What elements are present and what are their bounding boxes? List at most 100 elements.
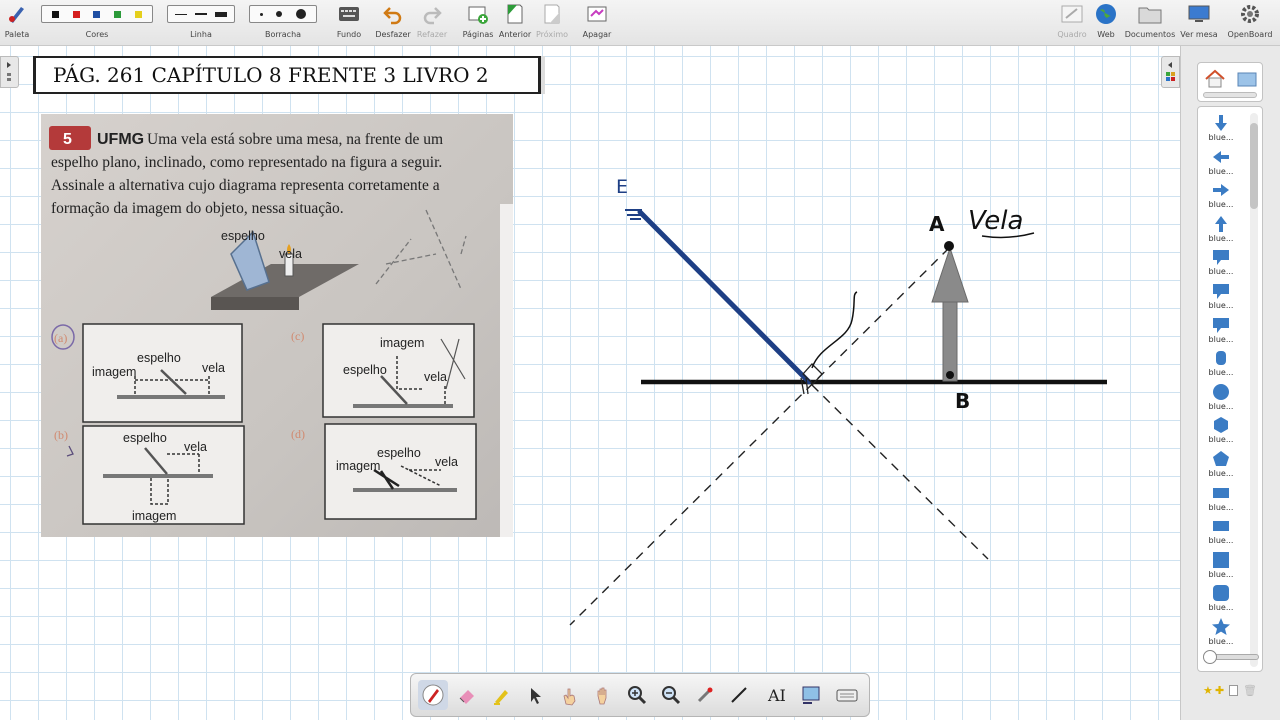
library-item[interactable]: blue... [1198,113,1244,146]
left-panel-toggle[interactable] [0,56,19,88]
text-tool-button[interactable]: AI [762,680,792,710]
zoom-out-icon [662,686,681,705]
pen-tool-button[interactable] [418,680,448,710]
swatch-black[interactable] [51,10,59,18]
swatch-red[interactable] [72,10,80,18]
library-item[interactable]: blue... [1198,516,1244,549]
option-a-letter: (a) [54,331,67,345]
library-item[interactable]: blue... [1198,348,1244,381]
page-title[interactable]: PÁG. 261 CAPÍTULO 8 FRENTE 3 LIVRO 2 [33,56,541,94]
next-page-icon [544,4,560,24]
speech-bubble-icon [1213,317,1229,333]
line-width-selector[interactable] [167,5,235,23]
eraser-icon [459,690,474,704]
library-item[interactable]: blue... [1198,583,1244,616]
option-c-label-mirror: espelho [343,363,387,377]
question-line-4: formação da imagem do objeto, nessa situ… [51,200,344,217]
color-swatches[interactable] [41,5,153,23]
select-arrow-tool-button[interactable] [520,680,550,710]
figure-label-candle: vela [279,247,302,261]
library-item[interactable]: blue... [1198,415,1244,448]
show-desktop-button[interactable]: Ver mesa [1178,0,1220,46]
text-icon: AI [767,686,786,705]
library-item[interactable]: blue... [1198,315,1244,348]
add-to-favorites-icon[interactable]: ✚ [1215,684,1224,697]
swatch-yellow[interactable] [135,10,143,18]
new-folder-icon[interactable] [1229,685,1238,696]
library-item[interactable]: blue... [1198,247,1244,280]
arrow-right-icon [1213,184,1229,197]
eraser-size-button[interactable]: Borracha [248,0,318,46]
openboard-menu-button[interactable]: OpenBoard [1222,0,1278,46]
library-scroll-thumb[interactable] [1250,123,1258,209]
library-item[interactable]: blue... [1198,180,1244,213]
background-button[interactable]: Fundo [334,0,364,46]
library-nav-scroll[interactable] [1203,92,1257,98]
library-item[interactable]: blue... [1198,281,1244,314]
library-item[interactable]: blue... [1198,449,1244,482]
thumbnail-zoom-slider[interactable] [1203,650,1259,664]
arrow-left-icon [1213,150,1229,163]
select-arrow-icon [531,688,541,704]
library-item-label: blue... [1208,536,1234,546]
virtual-keyboard-tool-button[interactable] [832,680,862,710]
library-navigator[interactable] [1197,62,1263,102]
capture-tool-button[interactable] [796,680,826,710]
documents-button[interactable]: Documentos [1124,0,1176,46]
zoom-out-tool-button[interactable] [656,680,686,710]
gear-icon [1241,5,1259,23]
library-item[interactable]: blue... [1198,617,1244,650]
chevron-right-icon [7,62,11,81]
library-item[interactable]: blue... [1198,147,1244,180]
library-item-label: blue... [1208,166,1234,176]
main-toolbar: Paleta Cores Linha Borracha Fundo Desfaz… [0,0,1280,46]
library-item[interactable]: blue... [1198,382,1244,415]
laser-pointer-icon [697,687,713,703]
right-panel-toggle[interactable] [1161,56,1180,88]
library-item[interactable]: blue... [1198,214,1244,247]
library-item-label: blue... [1208,401,1234,411]
library-item[interactable]: blue... [1198,483,1244,516]
clear-page-button[interactable]: Apagar [582,0,612,46]
board-button[interactable]: Quadro [1054,0,1090,46]
option-c: (c) imagem espelho vela [291,323,475,418]
library-footer: ★ ✚ 🗑 [1203,684,1263,698]
line-tool-button[interactable] [724,680,754,710]
rectangle-icon [1213,521,1229,532]
clear-label: Apagar [582,30,612,39]
trash-icon[interactable]: 🗑 [1243,684,1257,697]
favorite-star-icon[interactable]: ★ [1203,684,1213,697]
pan-hand-tool-button[interactable] [588,680,618,710]
web-button[interactable]: Web [1092,0,1120,46]
option-c-label-candle: vela [424,370,447,384]
hexagon-icon [1214,417,1228,434]
keyboard-icon [339,7,359,21]
interact-hand-tool-button[interactable] [554,680,584,710]
pages-button[interactable]: Páginas [460,0,496,46]
undo-button[interactable]: Desfazer [375,0,411,46]
page-title-text: PÁG. 261 CAPÍTULO 8 FRENTE 3 LIVRO 2 [53,63,489,87]
eraser-size-selector[interactable] [249,5,317,23]
library-item-label: blue... [1208,435,1234,445]
eraser-tool-button[interactable] [452,680,482,710]
line-width-button[interactable]: Linha [166,0,236,46]
zoom-slider-knob[interactable] [1203,650,1217,664]
swatch-blue[interactable] [93,10,101,18]
redo-button[interactable]: Refazer [416,0,448,46]
palette-button[interactable]: Paleta [0,0,34,46]
textbook-photo[interactable]: 5 UFMG Uma vela está sobre uma mesa, na … [41,114,513,537]
laser-pointer-tool-button[interactable] [690,680,720,710]
previous-page-button[interactable]: Anterior [498,0,532,46]
library-item[interactable]: blue... [1198,550,1244,583]
library-item-label: blue... [1208,502,1234,512]
home-icon[interactable] [1204,69,1226,89]
highlighter-tool-button[interactable] [486,680,516,710]
library-folder-icon[interactable] [1236,70,1258,88]
next-page-button[interactable]: Próximo [534,0,570,46]
zoom-in-tool-button[interactable] [622,680,652,710]
library-scrollbar[interactable] [1250,113,1258,667]
desktop-icon [1188,5,1210,22]
clear-page-icon [587,6,607,22]
swatch-green[interactable] [114,10,122,18]
colors-button[interactable]: Cores [40,0,154,46]
